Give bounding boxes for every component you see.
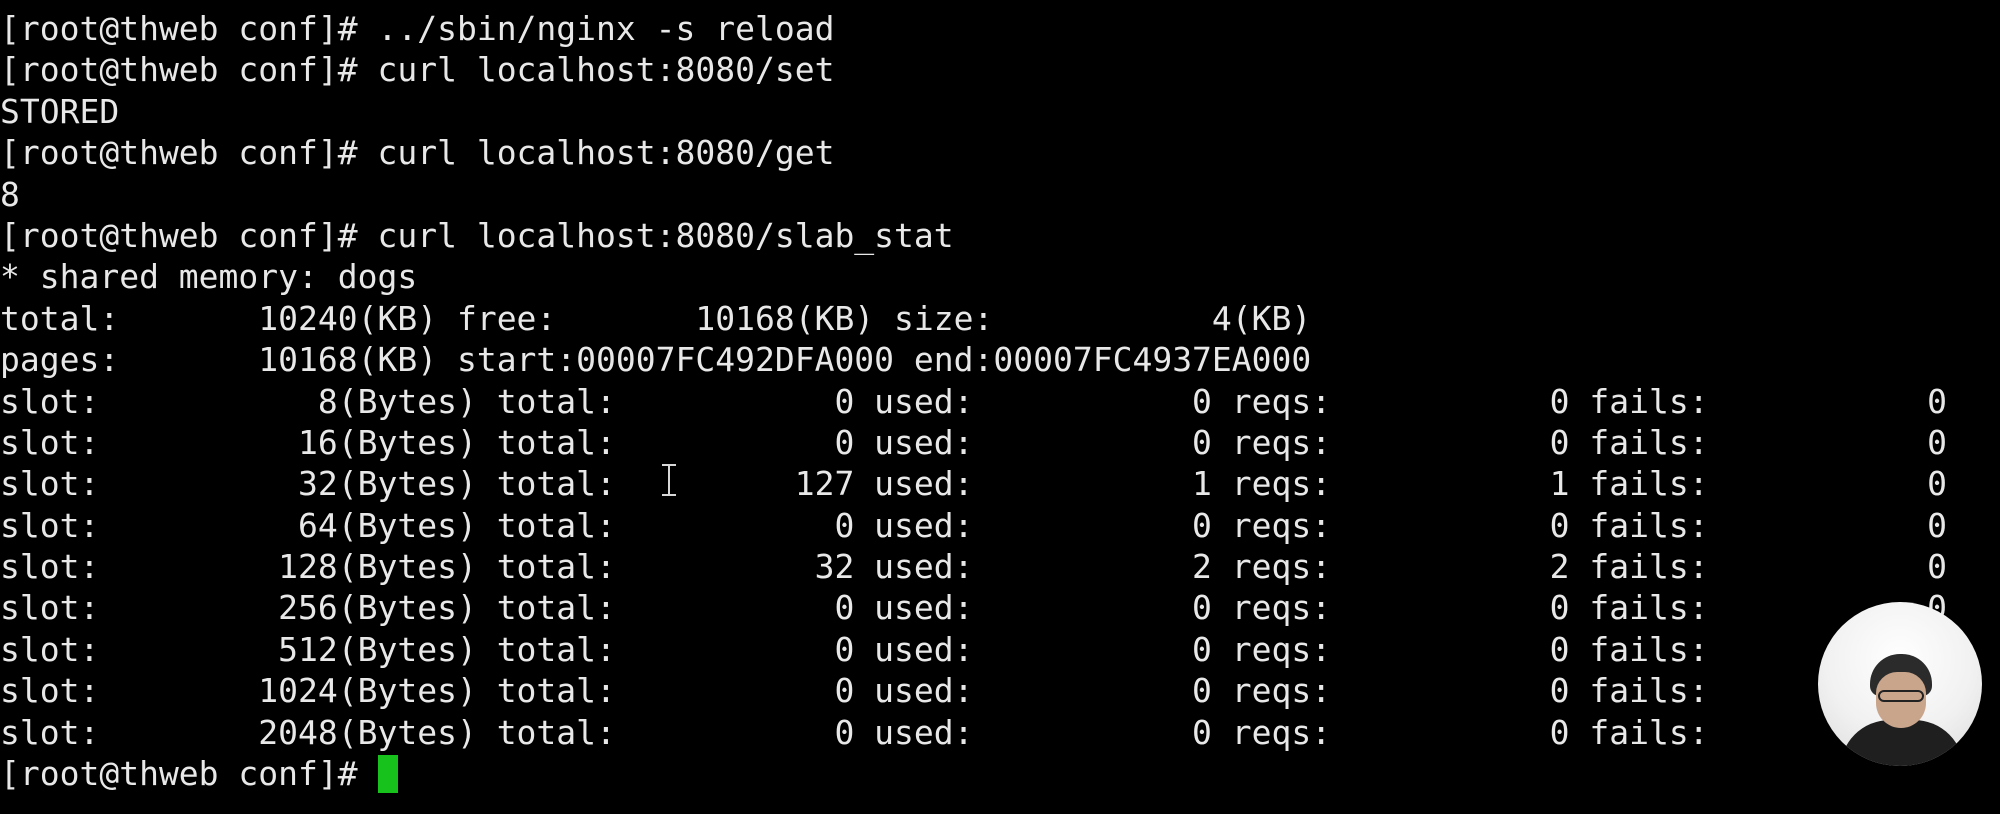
terminal-line: 8 (0, 174, 20, 214)
terminal-line: slot: 1024(Bytes) total: 0 used: 0 reqs:… (0, 671, 1709, 711)
terminal-line: [root@thweb conf]# curl localhost:8080/s… (0, 50, 835, 90)
terminal-line: STORED (0, 91, 120, 131)
terminal-line: slot: 8(Bytes) total: 0 used: 0 reqs: 0 … (0, 381, 1948, 421)
terminal-line: slot: 2048(Bytes) total: 0 used: 0 reqs:… (0, 712, 1709, 752)
terminal-line: slot: 64(Bytes) total: 0 used: 0 reqs: 0… (0, 505, 1948, 545)
prompt-text: [root@thweb conf]# (0, 754, 378, 794)
terminal-line: * shared memory: dogs (0, 257, 418, 297)
terminal-line: [root@thweb conf]# curl localhost:8080/g… (0, 133, 835, 173)
terminal-line: slot: 512(Bytes) total: 0 used: 0 reqs: … (0, 629, 1709, 669)
glasses-icon (1878, 690, 1924, 702)
terminal-line: slot: 128(Bytes) total: 32 used: 2 reqs:… (0, 547, 1948, 587)
terminal-line: [root@thweb conf]# ../sbin/nginx -s relo… (0, 9, 835, 48)
terminal-window[interactable]: [root@thweb conf]# ../sbin/nginx -s relo… (0, 0, 2000, 814)
terminal-line: pages: 10168(KB) start:00007FC492DFA000 … (0, 340, 1312, 380)
text-cursor (377, 755, 398, 794)
terminal-line: slot: 256(Bytes) total: 0 used: 0 reqs: … (0, 588, 1948, 628)
text-ibeam-icon (660, 462, 678, 498)
terminal-line: [root@thweb conf]# curl localhost:8080/s… (0, 215, 954, 255)
terminal-line: total: 10240(KB) free: 10168(KB) size: 4… (0, 298, 1312, 338)
terminal-line: slot: 16(Bytes) total: 0 used: 0 reqs: 0… (0, 422, 1948, 462)
terminal-line: slot: 32(Bytes) total: 127 used: 1 reqs:… (0, 464, 1948, 504)
terminal-prompt-line[interactable]: [root@thweb conf]# (0, 753, 2000, 794)
webcam-overlay (1818, 602, 1982, 766)
